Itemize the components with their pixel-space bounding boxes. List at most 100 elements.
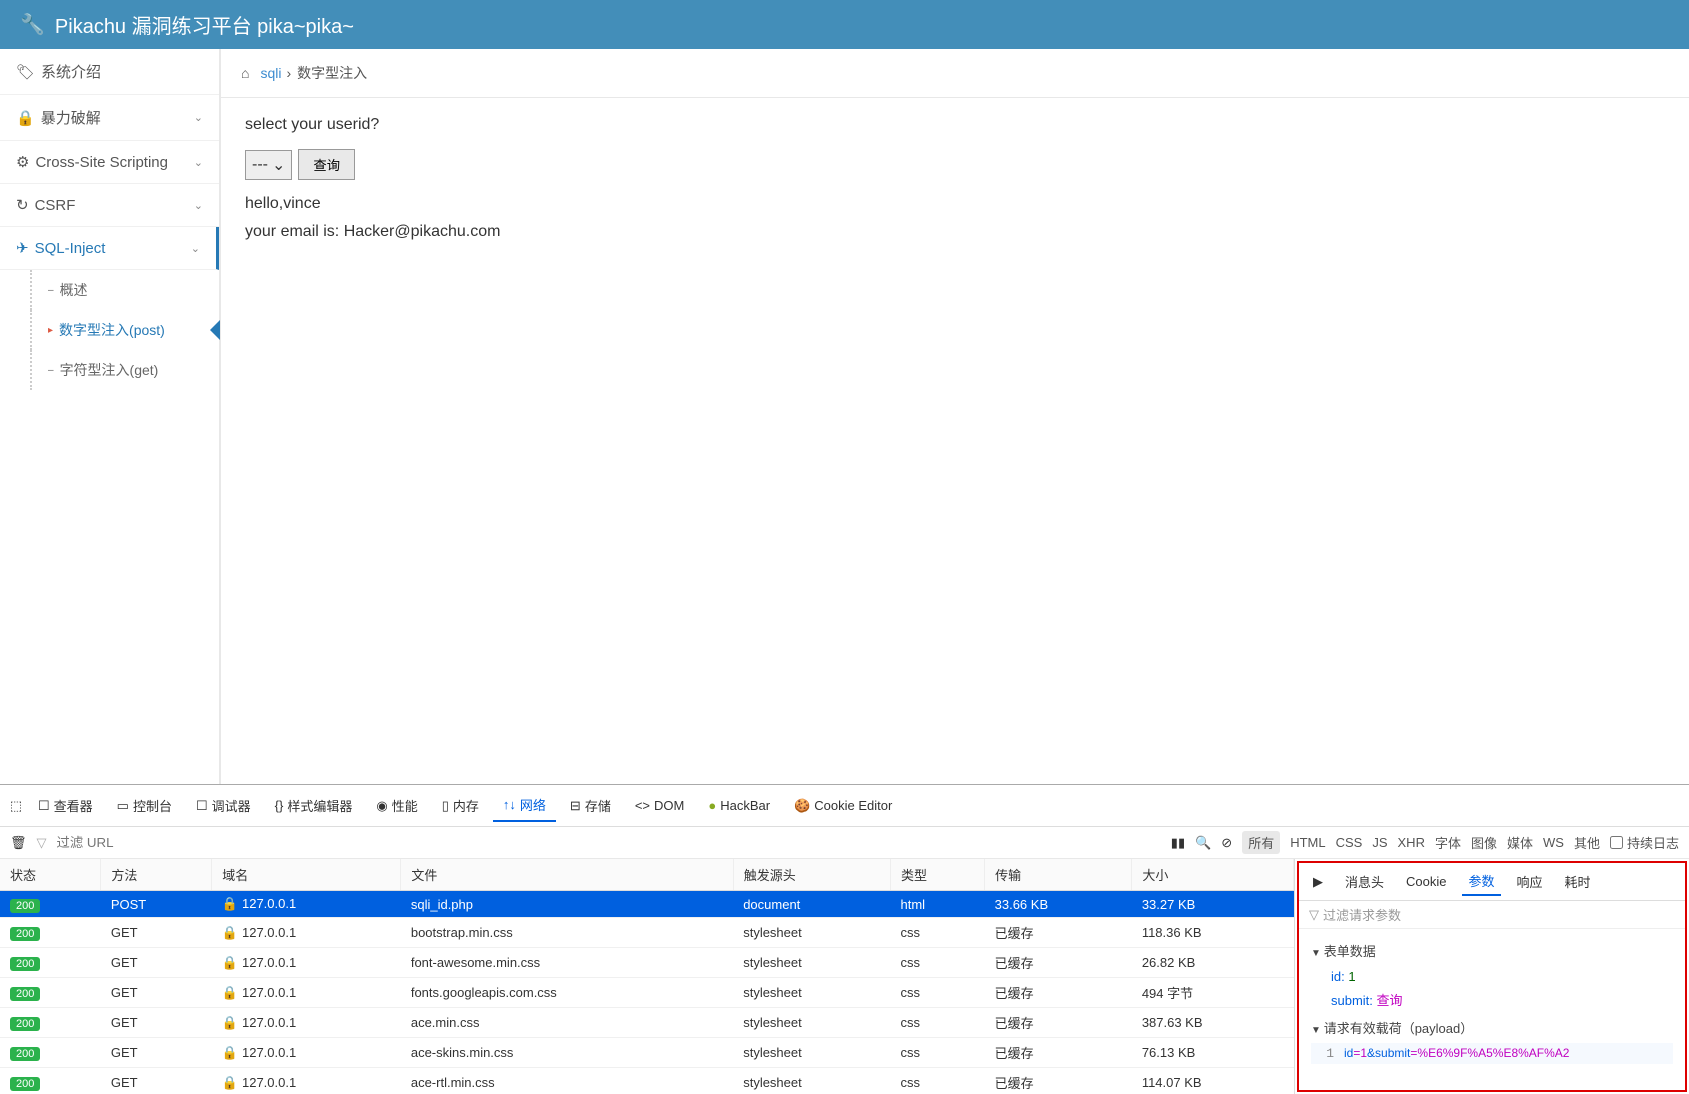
userid-select[interactable]: --- ⌄: [245, 150, 292, 180]
table-row[interactable]: 200GET🔒127.0.0.1fonts.googleapis.com.css…: [0, 978, 1294, 1008]
payload-section[interactable]: 请求有效载荷（payload）: [1311, 1018, 1673, 1037]
detail-tab-cookie[interactable]: Cookie: [1400, 870, 1452, 893]
sidebar-item-bruteforce[interactable]: 🔒暴力破解 ⌄: [0, 95, 219, 141]
tab-cookieeditor[interactable]: 🍪Cookie Editor: [784, 792, 902, 820]
table-header-row: 状态方法域名文件触发源头类型传输大小: [0, 859, 1294, 891]
plane-icon: ✈: [16, 240, 29, 257]
brackets-icon: {}: [275, 798, 284, 813]
filter-xhr[interactable]: XHR: [1398, 835, 1425, 850]
chevron-down-icon: ⌄: [191, 242, 200, 255]
resend-icon[interactable]: ▶: [1307, 870, 1329, 894]
detail-tab-response[interactable]: 响应: [1511, 868, 1549, 895]
tab-storage[interactable]: ⊟存储: [560, 790, 621, 821]
param-row: id: 1: [1311, 966, 1673, 987]
lock-icon: 🔒: [222, 955, 238, 970]
tag-icon: 🏷: [16, 64, 35, 81]
home-icon[interactable]: ⌂: [241, 65, 249, 81]
sidebar-item-sqlinject[interactable]: ✈ SQL-Inject ⌄: [0, 227, 219, 270]
sidebar-item-intro[interactable]: 🏷 系统介绍: [0, 49, 219, 95]
filter-icon: ▽: [37, 835, 47, 851]
filter-css[interactable]: CSS: [1336, 835, 1363, 850]
terminal-icon: ▭: [117, 798, 129, 814]
sub-item-string[interactable]: –字符型注入(get): [30, 350, 219, 390]
result-line2: your email is: Hacker@pikachu.com: [245, 223, 1665, 241]
table-row[interactable]: 200GET🔒127.0.0.1ace.min.cssstylesheetcss…: [0, 1008, 1294, 1038]
table-row[interactable]: 200GET🔒127.0.0.1bootstrap.min.cssstylesh…: [0, 918, 1294, 948]
inspect-icon[interactable]: ⬚: [8, 798, 24, 814]
filter-other[interactable]: 其他: [1574, 833, 1600, 852]
network-icon: ↑↓: [503, 797, 516, 812]
app-header: 🔧 Pikachu 漏洞练习平台 pika~pika~: [0, 0, 1689, 49]
sidebar-item-label: 系统介绍: [41, 64, 101, 81]
url-filter-input[interactable]: [57, 835, 1161, 850]
network-table: 状态方法域名文件触发源头类型传输大小 200POST🔒127.0.0.1sqli…: [0, 859, 1295, 1094]
lock-icon: 🔒: [222, 1075, 238, 1090]
param-filter-input[interactable]: 过滤请求参数: [1323, 905, 1401, 924]
sidebar: 🏷 系统介绍 🔒 暴力破解 ⌄ ⚙Cross-Site Scripting ⌄ ↻C…: [0, 49, 220, 784]
tab-memory[interactable]: ▯内存: [432, 790, 489, 821]
table-row[interactable]: 200GET🔒127.0.0.1ace-skins.min.cssstylesh…: [0, 1038, 1294, 1068]
app-title: Pikachu 漏洞练习平台 pika~pika~: [55, 10, 354, 39]
chevron-down-icon: ⌄: [194, 199, 203, 212]
breadcrumb-sep: ›: [286, 65, 291, 81]
lock-icon: 🔒: [222, 925, 238, 940]
form-data-section[interactable]: 表单数据: [1311, 941, 1673, 960]
sub-item-overview[interactable]: –概述: [30, 270, 219, 310]
breadcrumb-current: 数字型注入: [297, 63, 367, 83]
tab-hackbar[interactable]: ●HackBar: [698, 792, 780, 819]
tab-inspector[interactable]: ☐查看器: [28, 790, 103, 821]
tab-styleeditor[interactable]: {}样式编辑器: [265, 790, 363, 821]
lock-icon: 🔒: [222, 896, 238, 911]
filter-image[interactable]: 图像: [1471, 833, 1497, 852]
trash-icon[interactable]: 🗑: [10, 835, 27, 851]
detail-tab-headers[interactable]: 消息头: [1339, 868, 1390, 895]
lock-icon: 🔒: [16, 110, 35, 127]
filter-ws[interactable]: WS: [1543, 835, 1564, 850]
db-icon: ⊟: [570, 798, 581, 814]
sidebar-item-label: 暴力破解: [41, 110, 101, 127]
filter-media[interactable]: 媒体: [1507, 833, 1533, 852]
sub-item-label: 概述: [60, 280, 88, 300]
sidebar-item-csrf[interactable]: ↻CSRF ⌄: [0, 184, 219, 227]
filter-js[interactable]: JS: [1372, 835, 1387, 850]
hackbar-icon: ●: [708, 798, 716, 813]
persist-log-checkbox[interactable]: 持续日志: [1610, 833, 1679, 852]
chevron-down-icon: ⌄: [194, 156, 203, 169]
filter-font[interactable]: 字体: [1435, 833, 1461, 852]
devtools-tabbar: ⬚ ☐查看器 ▭控制台 ☐调试器 {}样式编辑器 ◉性能 ▯内存 ↑↓网络 ⊟存…: [0, 785, 1689, 827]
breadcrumb-link[interactable]: sqli: [260, 65, 281, 81]
page-content: select your userid? --- ⌄ 查询 hello,vince…: [221, 98, 1689, 269]
sidebar-item-xss[interactable]: ⚙Cross-Site Scripting ⌄: [0, 141, 219, 184]
result-line1: hello,vince: [245, 195, 1665, 213]
request-type-filters: 所有 HTML CSS JS XHR 字体 图像 媒体 WS 其他: [1242, 831, 1600, 854]
prompt-text: select your userid?: [245, 116, 1665, 134]
block-icon[interactable]: ⊘: [1221, 835, 1232, 851]
chip-icon: ▯: [442, 798, 449, 814]
tab-network[interactable]: ↑↓网络: [493, 789, 556, 822]
box-icon: ☐: [38, 798, 50, 814]
tab-debugger[interactable]: ☐调试器: [186, 790, 261, 821]
filter-html[interactable]: HTML: [1290, 835, 1325, 850]
cookie-icon: 🍪: [794, 798, 810, 814]
query-button[interactable]: 查询: [298, 149, 355, 180]
sidebar-item-label: SQL-Inject: [35, 240, 106, 257]
refresh-icon: ↻: [16, 197, 29, 214]
search-icon[interactable]: 🔍: [1195, 835, 1211, 851]
detail-tab-timing[interactable]: 耗时: [1559, 868, 1597, 895]
tab-console[interactable]: ▭控制台: [107, 790, 182, 821]
sub-item-numeric[interactable]: ▸数字型注入(post): [30, 310, 219, 350]
tab-performance[interactable]: ◉性能: [366, 790, 427, 821]
filter-all[interactable]: 所有: [1242, 831, 1280, 854]
pause-icon[interactable]: ▮▮: [1171, 835, 1185, 851]
table-row[interactable]: 200POST🔒127.0.0.1sqli_id.phpdocumenthtml…: [0, 891, 1294, 918]
table-row[interactable]: 200GET🔒127.0.0.1font-awesome.min.cssstyl…: [0, 948, 1294, 978]
code-icon: <>: [635, 798, 650, 813]
tab-dom[interactable]: <>DOM: [625, 792, 695, 819]
gauge-icon: ◉: [376, 798, 387, 814]
detail-tab-params[interactable]: 参数: [1462, 867, 1500, 896]
bug-icon: ☐: [196, 798, 208, 814]
lock-icon: 🔒: [222, 1015, 238, 1030]
breadcrumb: ⌂ sqli › 数字型注入: [221, 49, 1689, 98]
select-value: ---: [252, 156, 268, 174]
table-row[interactable]: 200GET🔒127.0.0.1ace-rtl.min.cssstyleshee…: [0, 1068, 1294, 1094]
